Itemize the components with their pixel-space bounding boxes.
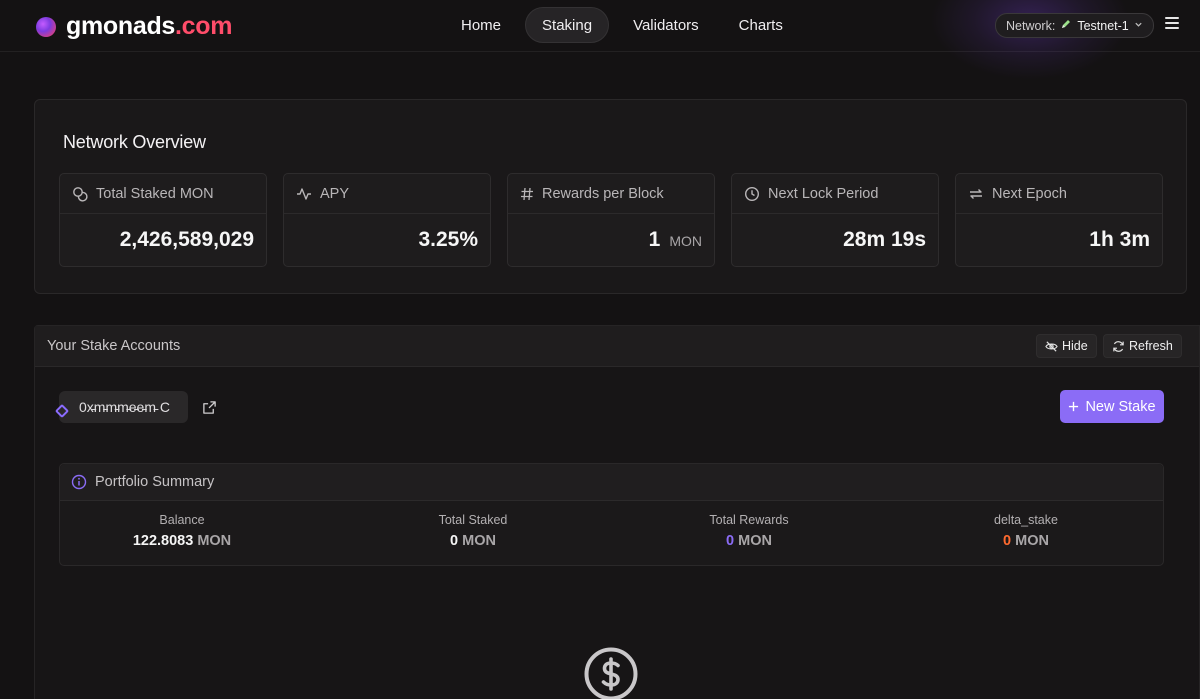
wallet-address: 0x̵m̵m̵m̵e̵e̵m̵ C <box>79 399 171 415</box>
stat-value: 1h 3m <box>1089 228 1150 251</box>
stake-accounts-panel: Your Stake Accounts Hide Refresh 0x̵m̵m̵… <box>34 325 1200 699</box>
network-overview-card: Network Overview Total Staked MON 2,426,… <box>34 99 1187 294</box>
new-stake-label: New Stake <box>1085 398 1156 415</box>
portfolio-unit: MON <box>462 533 496 549</box>
portfolio-unit: MON <box>197 533 232 549</box>
refresh-icon <box>1113 340 1124 352</box>
stat-next-lock-period: Next Lock Period 28m 19s <box>731 173 939 267</box>
hash-icon <box>521 187 533 200</box>
clock-icon <box>744 186 760 201</box>
portfolio-summary-header: Portfolio Summary <box>60 464 1163 501</box>
hide-label: Hide <box>1062 339 1088 353</box>
stat-value: 3.25% <box>418 228 478 251</box>
nav-charts[interactable]: Charts <box>723 7 799 43</box>
portfolio-summary-card: Portfolio Summary Balance 122.8083 MON T… <box>59 463 1164 566</box>
dollar-circle-icon <box>583 646 639 699</box>
stat-label: APY <box>320 185 350 202</box>
top-navbar: gmonads.com Home Staking Validators Char… <box>0 0 1200 80</box>
portfolio-delta-stake: delta_stake 0 MON <box>926 513 1126 549</box>
stat-unit: MON <box>669 233 702 249</box>
stat-label: Next Lock Period <box>768 185 879 202</box>
coins-icon <box>73 186 88 201</box>
network-selector[interactable]: Network: Testnet-1 <box>995 13 1154 38</box>
portfolio-label: Total Staked <box>438 513 508 527</box>
portfolio-value: 0 <box>726 533 735 549</box>
site-logo[interactable]: gmonads.com <box>36 12 232 41</box>
plus-icon <box>1069 401 1079 412</box>
portfolio-summary-title: Portfolio Summary <box>95 474 215 490</box>
portfolio-balance: Balance 122.8083 MON <box>82 513 282 549</box>
refresh-button[interactable]: Refresh <box>1103 334 1182 358</box>
network-glow <box>930 0 1130 80</box>
portfolio-value: 122.8083 <box>132 533 194 549</box>
refresh-label: Refresh <box>1129 339 1173 353</box>
stat-total-staked: Total Staked MON 2,426,589,029 <box>59 173 267 267</box>
hide-button[interactable]: Hide <box>1036 334 1097 358</box>
stat-label: Next Epoch <box>992 185 1067 202</box>
logo-tld: .com <box>175 12 233 40</box>
network-value: Testnet-1 <box>1077 18 1129 33</box>
new-stake-button[interactable]: New Stake <box>1060 390 1164 423</box>
portfolio-label: delta_stake <box>994 513 1058 527</box>
nav-validators[interactable]: Validators <box>617 7 715 43</box>
external-link-icon[interactable] <box>202 400 217 420</box>
portfolio-label: Balance <box>159 513 205 527</box>
stat-label: Total Staked MON <box>96 185 214 202</box>
portfolio-total-staked: Total Staked 0 MON <box>373 513 573 549</box>
portfolio-unit: MON <box>738 533 772 549</box>
wallet-address-chip[interactable]: 0x̵m̵m̵m̵e̵e̵m̵ C <box>59 391 188 423</box>
portfolio-value: 0 <box>450 533 459 549</box>
stat-apy: APY 3.25% <box>283 173 491 267</box>
logo-orb-icon <box>36 16 56 37</box>
activity-icon <box>297 187 311 200</box>
portfolio-total-rewards: Total Rewards 0 MON <box>649 513 849 549</box>
nav-staking[interactable]: Staking <box>525 7 610 43</box>
logo-text: gmonads.com <box>66 12 232 41</box>
stat-rewards-per-block: Rewards per Block 1 MON <box>507 173 715 267</box>
stat-value: 2,426,589,029 <box>119 228 254 251</box>
eye-off-icon <box>1045 340 1058 352</box>
portfolio-label: Total Rewards <box>709 513 789 527</box>
main-nav: Home Staking Validators Charts <box>445 7 799 43</box>
nav-home[interactable]: Home <box>445 7 517 43</box>
pen-icon <box>1060 18 1072 33</box>
repeat-icon <box>970 188 982 199</box>
portfolio-unit: MON <box>1015 533 1049 549</box>
info-icon <box>71 474 87 490</box>
chevron-down-icon <box>1134 20 1143 32</box>
logo-main: gmonads <box>66 12 176 40</box>
stat-value: 1 <box>648 228 661 251</box>
network-label: Network: <box>1006 18 1056 33</box>
stat-value: 28m 19s <box>843 228 926 251</box>
stake-accounts-title: Your Stake Accounts <box>47 338 181 354</box>
stake-accounts-header: Your Stake Accounts Hide Refresh <box>35 326 1199 367</box>
stat-next-epoch: Next Epoch 1h 3m <box>955 173 1163 267</box>
portfolio-value: 0 <box>1003 533 1012 549</box>
hamburger-menu-icon[interactable] <box>1165 17 1179 29</box>
stat-label: Rewards per Block <box>542 185 664 202</box>
overview-title: Network Overview <box>63 132 206 152</box>
